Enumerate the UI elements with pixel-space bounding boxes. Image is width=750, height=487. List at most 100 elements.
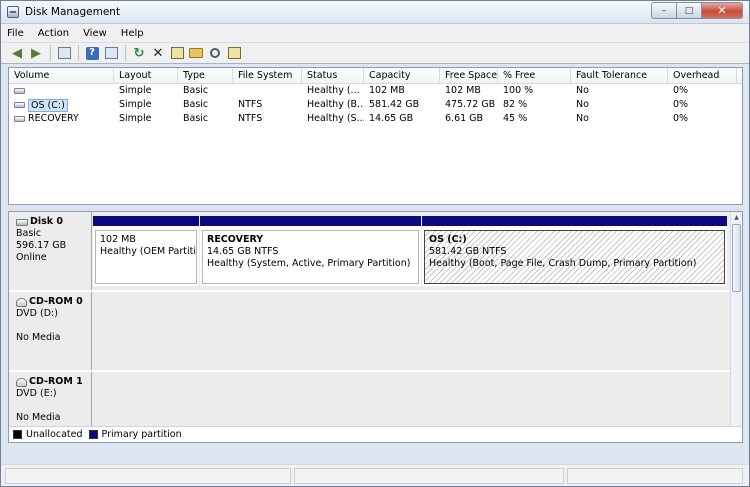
column-header-overhead[interactable]: Overhead — [668, 68, 737, 84]
partition-body-selected: OS (C:) 581.42 GB NTFS Healthy (Boot, Pa… — [424, 230, 725, 284]
disk-0-row: Disk 0 Basic 596.17 GB Online 102 MB Hea… — [9, 212, 730, 292]
disk-0-partitions: 102 MB Healthy (OEM Partition) RECOVERY … — [92, 212, 730, 290]
disk-name: Disk 0 — [16, 216, 91, 228]
volume-cell — [9, 84, 114, 98]
type-cell: Basic — [183, 113, 209, 124]
settings-icon[interactable] — [226, 45, 242, 61]
column-header-type[interactable]: Type — [178, 68, 233, 84]
toolbar-separator — [50, 45, 51, 61]
legend-label: Unallocated — [26, 429, 83, 440]
layout-cell: Simple — [119, 113, 152, 124]
partition-recovery[interactable]: RECOVERY 14.65 GB NTFS Healthy (System, … — [200, 216, 421, 286]
volume-list-headers: Volume Layout Type File System Status Ca… — [9, 68, 742, 84]
column-header-volume[interactable]: Volume — [9, 68, 114, 84]
open-folder-icon[interactable] — [188, 45, 204, 61]
overhead-cell: 0% — [673, 99, 689, 110]
disk-name: CD-ROM 1 — [16, 376, 91, 388]
status-cell: Healthy (... — [307, 85, 360, 96]
disk-name-text: CD-ROM 0 — [29, 296, 83, 307]
cdrom-1-label[interactable]: CD-ROM 1 DVD (E:) No Media — [9, 372, 92, 428]
volume-cell: OS (C:) — [9, 98, 114, 112]
menu-file[interactable]: File — [7, 28, 24, 39]
layout-cell: Simple — [119, 85, 152, 96]
cdrom-0-label[interactable]: CD-ROM 0 DVD (D:) No Media — [9, 292, 92, 370]
back-arrow-icon[interactable]: ◀ — [9, 45, 25, 61]
menu-action[interactable]: Action — [38, 28, 69, 39]
partition-oem[interactable]: 102 MB Healthy (OEM Partition) — [93, 216, 199, 286]
type-cell: Basic — [183, 99, 209, 110]
menu-help[interactable]: Help — [121, 28, 144, 39]
window-title: Disk Management — [25, 6, 121, 18]
partition-status: Healthy (System, Active, Primary Partiti… — [207, 258, 411, 269]
cdrom-0-area[interactable] — [92, 292, 730, 370]
partition-os-c[interactable]: OS (C:) 581.42 GB NTFS Healthy (Boot, Pa… — [422, 216, 727, 286]
console-tree-icon[interactable] — [56, 45, 72, 61]
layout-cell: Simple — [119, 99, 152, 110]
table-row[interactable]: OS (C:) Simple Basic NTFS Healthy (B... … — [9, 98, 742, 112]
file-system-cell — [233, 84, 302, 98]
cd-drive-icon — [16, 377, 27, 387]
percent-free-cell: 100 % — [503, 85, 534, 96]
status-cell: Healthy (B... — [307, 99, 364, 110]
fault-tolerance-cell: No — [576, 85, 589, 96]
partition-status: Healthy (Boot, Page File, Crash Dump, Pr… — [429, 258, 697, 269]
disk-management-window: Disk Management – □ ✕ File Action View H… — [0, 0, 750, 487]
capacity-cell: 14.65 GB — [369, 113, 414, 124]
volume-list-rows: Simple Basic Healthy (... 102 MB 102 MB … — [9, 84, 742, 126]
volume-name: RECOVERY — [28, 113, 79, 124]
cdrom-1-area[interactable] — [92, 372, 730, 428]
column-header-free-space[interactable]: Free Space — [440, 68, 498, 84]
disk-state: Online — [16, 252, 47, 263]
properties-icon[interactable] — [169, 45, 185, 61]
status-pane-right — [567, 468, 743, 484]
column-header-layout[interactable]: Layout — [114, 68, 178, 84]
status-pane-middle — [294, 468, 564, 484]
title-bar[interactable]: Disk Management – □ ✕ — [1, 1, 749, 24]
close-button[interactable]: ✕ — [701, 2, 743, 19]
disk-name-text: CD-ROM 1 — [29, 376, 83, 387]
scroll-thumb[interactable] — [732, 224, 741, 292]
overhead-cell: 0% — [673, 85, 689, 96]
file-system-cell: NTFS — [238, 113, 263, 124]
toolbar: ◀ ▶ ? ↻ ✕ — [1, 43, 749, 64]
legend-item-primary: Primary partition — [88, 429, 182, 440]
scroll-up-icon[interactable]: ▲ — [731, 212, 742, 223]
disk-media: No Media — [16, 412, 61, 423]
help-icon[interactable]: ? — [84, 45, 100, 61]
primary-partition-swatch — [88, 430, 98, 439]
delete-icon[interactable]: ✕ — [150, 45, 166, 61]
file-system-cell: NTFS — [238, 99, 263, 110]
volume-drive-icon — [14, 88, 25, 94]
primary-partition-bar — [200, 216, 421, 226]
column-header-file-system[interactable]: File System — [233, 68, 302, 84]
disk-view-scrollbar[interactable]: ▲ ▼ — [730, 212, 742, 442]
column-header-fault-tolerance[interactable]: Fault Tolerance — [571, 68, 668, 84]
partition-name: OS (C:) — [429, 234, 467, 245]
disk-0-label[interactable]: Disk 0 Basic 596.17 GB Online — [9, 212, 92, 290]
table-row[interactable]: Simple Basic Healthy (... 102 MB 102 MB … — [9, 84, 742, 98]
disk-management-icon — [7, 6, 19, 18]
column-header-capacity[interactable]: Capacity — [364, 68, 440, 84]
legend-label: Primary partition — [101, 429, 182, 440]
column-header-percent-free[interactable]: % Free — [498, 68, 571, 84]
forward-arrow-icon[interactable]: ▶ — [28, 45, 44, 61]
disk-graphical-view: Disk 0 Basic 596.17 GB Online 102 MB Hea… — [8, 211, 743, 443]
free-space-cell: 475.72 GB — [445, 99, 496, 110]
minimize-button[interactable]: – — [651, 2, 676, 19]
menu-view[interactable]: View — [83, 28, 107, 39]
console-pane-icon[interactable] — [103, 45, 119, 61]
partition-size: 102 MB — [100, 234, 136, 245]
cdrom-0-row: CD-ROM 0 DVD (D:) No Media — [9, 292, 730, 372]
column-header-status[interactable]: Status — [302, 68, 364, 84]
volume-list[interactable]: Volume Layout Type File System Status Ca… — [8, 67, 743, 205]
explore-search-icon[interactable] — [207, 45, 223, 61]
hard-disk-icon — [16, 218, 28, 226]
status-cell: Healthy (S... — [307, 113, 364, 124]
maximize-button[interactable]: □ — [676, 2, 701, 19]
cdrom-1-row: CD-ROM 1 DVD (E:) No Media — [9, 372, 730, 428]
refresh-icon[interactable]: ↻ — [131, 45, 147, 61]
table-row[interactable]: RECOVERY Simple Basic NTFS Healthy (S...… — [9, 112, 742, 126]
volume-name: OS (C:) — [28, 98, 68, 112]
